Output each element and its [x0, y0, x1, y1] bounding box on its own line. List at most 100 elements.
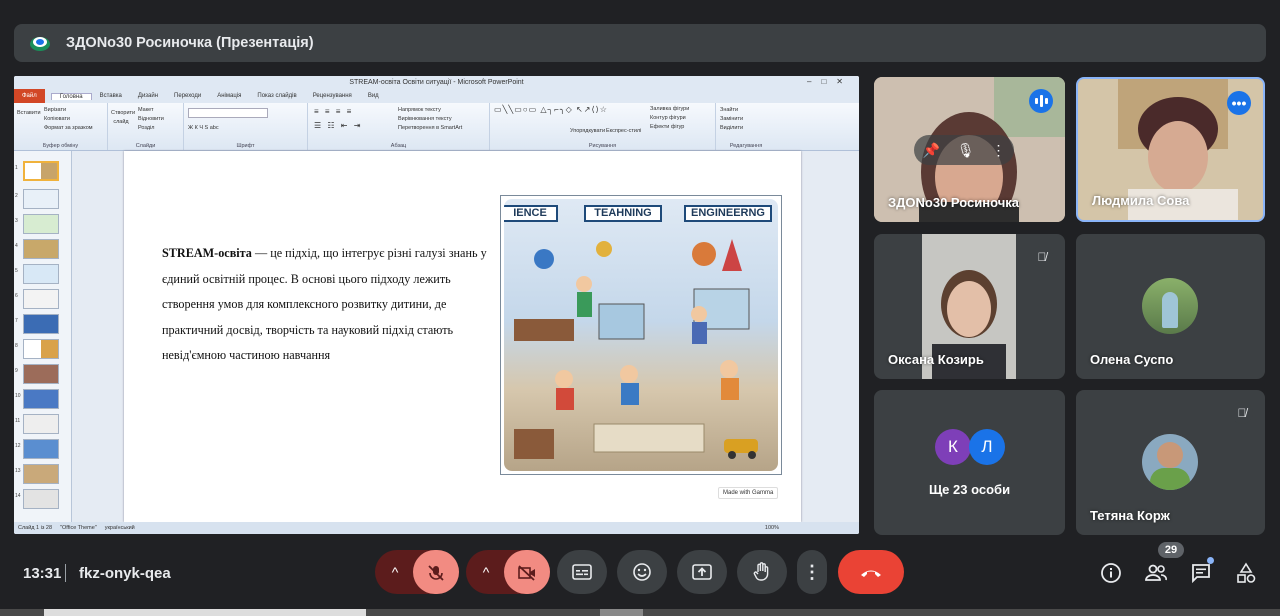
ribbon-group-editing: Знайти Замінити Виділити Редагування	[716, 103, 776, 150]
list-icons[interactable]: ☰ ☷ ⇤ ⇥	[314, 121, 362, 130]
others-tile[interactable]: К Л Ще 23 особи	[874, 390, 1065, 535]
ppt-file-tab[interactable]: Файл	[14, 89, 45, 103]
quick-styles-button[interactable]: Експрес-стилі	[606, 127, 641, 136]
mute-participant-icon[interactable]: 🎙	[957, 142, 975, 159]
slide-thumbnail[interactable]	[23, 189, 59, 209]
shape-effects-button[interactable]: Ефекти фігур	[650, 123, 689, 132]
camera-toggle-button[interactable]	[504, 550, 550, 594]
slide-thumbnail[interactable]	[23, 414, 59, 434]
shapes-gallery[interactable]: ▭╲╲▭○▭ △┐⌐╮◇ ↖↗⟨⟩☆	[494, 105, 608, 114]
mic-off-icon: 🎙̸	[1031, 246, 1053, 268]
ppt-tab-view[interactable]: Вид	[360, 93, 387, 99]
slide-thumbnail[interactable]	[23, 489, 59, 509]
activities-button[interactable]	[1234, 562, 1258, 586]
paragraph-align-icons[interactable]: ≡ ≡ ≡ ≡	[314, 107, 353, 116]
replace-button[interactable]: Замінити	[720, 115, 772, 124]
more-options-icon[interactable]: ⋮	[992, 142, 1006, 159]
slide-thumbnail[interactable]	[23, 314, 59, 334]
chevron-up-icon[interactable]: ^	[385, 560, 405, 584]
reactions-button[interactable]	[617, 550, 667, 594]
pin-icon[interactable]: 📌	[922, 142, 939, 159]
thumb-number: 4	[15, 243, 18, 249]
slide-thumbnail[interactable]	[23, 439, 59, 459]
layout-button[interactable]: Макет	[138, 106, 179, 115]
slide-thumbnail[interactable]	[23, 289, 59, 309]
ppt-tab-review[interactable]: Рецензування	[305, 93, 360, 99]
chevron-up-icon[interactable]: ^	[476, 560, 496, 584]
emoji-icon	[633, 563, 651, 581]
text-direction-button[interactable]: Напрямок тексту	[398, 106, 485, 115]
select-button[interactable]: Виділити	[720, 124, 772, 133]
speaking-indicator-icon	[1029, 89, 1053, 113]
section-button[interactable]: Розділ	[138, 124, 179, 133]
arrange-button[interactable]: Упорядкувати	[570, 127, 605, 136]
shape-fill-button[interactable]: Заливка фігури	[650, 105, 689, 114]
ppt-tab-animation[interactable]: Анімація	[209, 93, 249, 99]
ppt-tab-transitions[interactable]: Переходи	[166, 93, 209, 99]
new-slide-button[interactable]: Створити слайд	[111, 109, 135, 127]
font-style-buttons[interactable]: Ж К Ч S abc	[188, 124, 303, 133]
ribbon-group-clipboard: Вставити Вирізати Копіювати Формат за зр…	[14, 103, 108, 150]
slide-thumbnail[interactable]	[23, 264, 59, 284]
current-slide[interactable]: STREAM-освіта — це підхід, що інтегрує р…	[124, 151, 801, 522]
slide-thumbnail[interactable]	[23, 364, 59, 384]
window-controls[interactable]: –□✕	[807, 77, 853, 86]
status-zoom[interactable]: 100%	[765, 525, 779, 531]
raise-hand-button[interactable]	[737, 550, 787, 594]
smartart-button[interactable]: Перетворення в SmartArt	[398, 124, 485, 133]
chat-button[interactable]	[1189, 562, 1213, 586]
present-button[interactable]	[677, 550, 727, 594]
ppt-tab-design[interactable]: Дизайн	[130, 93, 166, 99]
chat-icon	[1192, 564, 1210, 584]
thumb-number: 7	[15, 318, 18, 324]
participant-tile[interactable]: 📌 🎙 ⋮ ЗДОNo30 Росиночка	[874, 77, 1065, 222]
slide-thumbnail[interactable]	[23, 214, 59, 234]
copy-button[interactable]: Копіювати	[44, 115, 103, 124]
participant-tile[interactable]: 🎙̸ Оксана Козирь	[874, 234, 1065, 379]
ppt-ribbon-tabs: Файл Головна Вставка Дизайн Переходи Ані…	[14, 89, 859, 103]
participant-name: Оксана Козирь	[888, 352, 984, 367]
font-name-box[interactable]	[188, 108, 268, 118]
ppt-ribbon: Вставити Вирізати Копіювати Формат за зр…	[14, 103, 859, 151]
find-button[interactable]: Знайти	[720, 106, 772, 115]
meeting-details-button[interactable]	[1099, 562, 1123, 586]
ppt-workspace: 1 2 3 4 5 6 7 8 9 10 11 12 13 14 STREAM-…	[14, 151, 859, 522]
mic-off-icon: 🎙̸	[1231, 402, 1253, 424]
cut-button[interactable]: Вирізати	[44, 106, 103, 115]
slide-thumbnails[interactable]: 1 2 3 4 5 6 7 8 9 10 11 12 13 14	[14, 151, 72, 522]
people-button[interactable]	[1144, 562, 1168, 586]
slide-thumbnail[interactable]	[23, 239, 59, 259]
participant-tile[interactable]: 🎙̸ Тетяна Корж	[1076, 390, 1265, 535]
ppt-tab-insert[interactable]: Вставка	[92, 93, 130, 99]
classroom-scene-image	[514, 239, 758, 459]
ppt-tab-slideshow[interactable]: Показ слайдів	[249, 93, 304, 99]
captions-button[interactable]	[557, 550, 607, 594]
slide-thumbnail[interactable]	[23, 464, 59, 484]
format-painter-button[interactable]: Формат за зразком	[44, 124, 103, 133]
shared-presentation[interactable]: STREAM-освіта Освіти ситуації - Microsof…	[14, 76, 859, 534]
slide-thumbnail[interactable]	[23, 161, 59, 181]
leave-call-button[interactable]	[838, 550, 904, 594]
tile-hover-controls[interactable]: 📌 🎙 ⋮	[914, 135, 1014, 165]
mic-toggle-button[interactable]	[413, 550, 459, 594]
slide-thumbnail[interactable]	[23, 339, 59, 359]
participant-tile[interactable]: ••• Людмила Сова	[1076, 77, 1265, 222]
reset-button[interactable]: Відновити	[138, 115, 179, 124]
stream-illustration: IENCE TEAHNING ENGINEERNG	[500, 195, 782, 475]
ppt-tab-home[interactable]: Головна	[50, 92, 92, 100]
participant-tile[interactable]: Олена Суспо	[1076, 234, 1265, 379]
more-options-button[interactable]: ⋮	[797, 550, 827, 594]
more-options-icon[interactable]: •••	[1227, 91, 1251, 115]
align-text-button[interactable]: Вирівнювання тексту	[398, 115, 485, 124]
ppt-window-title: STREAM-освіта Освіти ситуації - Microsof…	[349, 79, 524, 86]
more-vert-icon: ⋮	[803, 561, 821, 582]
made-with-gamma-badge[interactable]: Made with Gamma	[718, 487, 779, 499]
shape-outline-button[interactable]: Контур фігури	[650, 114, 689, 123]
slide-thumbnail[interactable]	[23, 389, 59, 409]
ribbon-group-drawing: ▭╲╲▭○▭ △┐⌐╮◇ ↖↗⟨⟩☆ Упорядкувати Експрес-…	[490, 103, 716, 150]
participant-name: Людмила Сова	[1092, 193, 1190, 208]
slide-body-text: STREAM-освіта — це підхід, що інтегрує р…	[162, 241, 502, 369]
thumb-number: 3	[15, 218, 18, 224]
meeting-code[interactable]: fkz-onyk-qea	[79, 565, 171, 582]
paste-button[interactable]: Вставити	[17, 109, 41, 118]
